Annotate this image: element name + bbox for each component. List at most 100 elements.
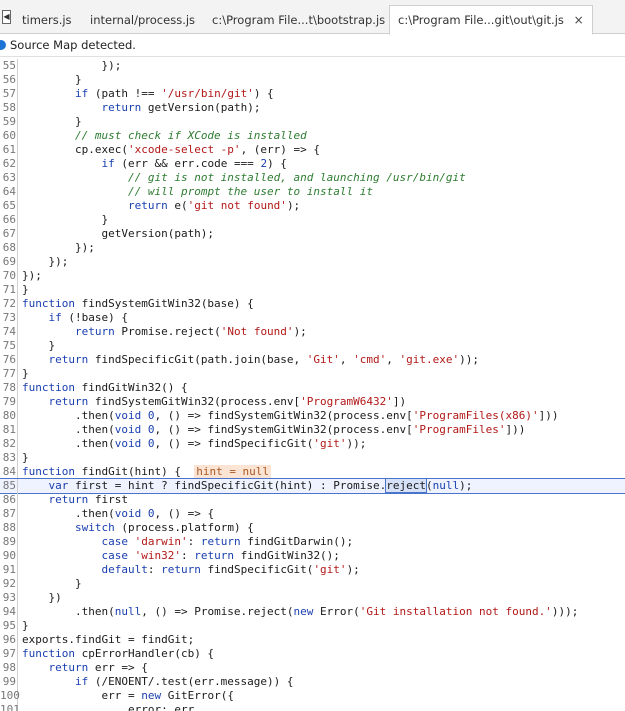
code-line[interactable]: 68 }); [0,241,625,255]
code-line[interactable]: 62 if (err && err.code === 2) { [0,157,625,171]
line-number[interactable]: 60 [0,129,18,143]
code-line[interactable]: 97 function cpErrorHandler(cb) { [0,647,625,661]
code-line[interactable]: 83} [0,451,625,465]
line-number[interactable]: 92 [0,577,18,591]
code-line[interactable]: 79 return findSystemGitWin32(process.env… [0,395,625,409]
line-number[interactable]: 58 [0,101,18,115]
tab-timers[interactable]: timers.js [14,6,80,34]
line-number[interactable]: 81 [0,423,18,437]
code-line[interactable]: 74 return Promise.reject('Not found'); [0,325,625,339]
code-line[interactable]: 94 .then(null, () => Promise.reject(new … [0,605,625,619]
code-line[interactable]: 90 case 'win32': return findGitWin32(); [0,549,625,563]
line-number[interactable]: 75 [0,339,18,353]
line-number[interactable]: 76 [0,353,18,367]
code-line[interactable]: 82 .then(void 0, () => findSpecificGit('… [0,437,625,451]
code-line[interactable]: 57 if (path !== '/usr/bin/git') { [0,87,625,101]
code-line[interactable]: 100 err = new GitError({ [0,689,625,703]
line-number[interactable]: 64 [0,185,18,199]
line-number[interactable]: 84 [0,465,18,479]
line-number[interactable]: 77 [0,367,18,381]
line-number[interactable]: 65 [0,199,18,213]
code-line[interactable]: 95} [0,619,625,633]
line-number[interactable]: 74 [0,325,18,339]
code-line[interactable]: 61 cp.exec('xcode-select -p', (err) => { [0,143,625,157]
code-line[interactable]: 64 // will prompt the user to install it [0,185,625,199]
line-number[interactable]: 89 [0,535,18,549]
line-number[interactable]: 98 [0,661,18,675]
code-line[interactable]: 88 switch (process.platform) { [0,521,625,535]
code-line[interactable]: 70}); [0,269,625,283]
line-number[interactable]: 88 [0,521,18,535]
tab-git-js[interactable]: c:\Program File...git\out\git.js × [389,5,593,35]
code-line[interactable]: 89 case 'darwin': return findGitDarwin()… [0,535,625,549]
code-line[interactable]: 69 }); [0,255,625,269]
line-number[interactable]: 73 [0,311,18,325]
code-line[interactable]: 78 function findGitWin32() { [0,381,625,395]
code-line[interactable]: 101 error: err, [0,703,625,711]
code-line[interactable]: 58 return getVersion(path); [0,101,625,115]
line-number[interactable]: 100 [0,689,20,703]
code-line[interactable]: 76 return findSpecificGit(path.join(base… [0,353,625,367]
tab-bootstrap[interactable]: c:\Program File...t\bootstrap.js [204,6,393,34]
line-number[interactable]: 57 [0,87,18,101]
line-number[interactable]: 78 [0,381,18,395]
code-line[interactable]: 85 var first = hint ? findSpecificGit(hi… [0,478,625,494]
line-number[interactable]: 101 [0,703,20,711]
line-number[interactable]: 82 [0,437,18,451]
line-number[interactable]: 56 [0,73,18,87]
line-number[interactable]: 96 [0,633,18,647]
line-number[interactable]: 93 [0,591,18,605]
code-line[interactable]: 56 } [0,73,625,87]
tab-scroll-left-icon[interactable]: ◀ [2,10,11,24]
code-line[interactable]: 99 if (/ENOENT/.test(err.message)) { [0,675,625,689]
line-number[interactable]: 66 [0,213,18,227]
line-number[interactable]: 95 [0,619,18,633]
line-number[interactable]: 83 [0,451,18,465]
code-line[interactable]: 73 if (!base) { [0,311,625,325]
code-line[interactable]: 66 } [0,213,625,227]
code-line[interactable]: 91 default: return findSpecificGit('git'… [0,563,625,577]
line-number[interactable]: 99 [0,675,18,689]
line-number[interactable]: 72 [0,297,18,311]
code-line[interactable]: 55 }); [0,59,625,73]
code-line[interactable]: 63 // git is not installed, and launchin… [0,171,625,185]
tab-internal-process[interactable]: internal/process.js [82,6,203,34]
code-line[interactable]: 86 return first [0,493,625,507]
code-line[interactable]: 98 return err => { [0,661,625,675]
code-line[interactable]: 81 .then(void 0, () => findSystemGitWin3… [0,423,625,437]
code-line[interactable]: 80 .then(void 0, () => findSystemGitWin3… [0,409,625,423]
line-number[interactable]: 63 [0,171,18,185]
line-number[interactable]: 90 [0,549,18,563]
line-number[interactable]: 80 [0,409,18,423]
line-number[interactable]: 86 [0,493,18,507]
code-line[interactable]: 92 } [0,577,625,591]
line-number[interactable]: 67 [0,227,18,241]
code-line[interactable]: 72 function findSystemGitWin32(base) { [0,297,625,311]
close-icon[interactable]: × [574,6,584,34]
line-number[interactable]: 79 [0,395,18,409]
line-number[interactable]: 94 [0,605,18,619]
code-line[interactable]: 59 } [0,115,625,129]
code-line[interactable]: 60 // must check if XCode is installed [0,129,625,143]
line-number[interactable]: 97 [0,647,18,661]
code-line[interactable]: 75 } [0,339,625,353]
line-number[interactable]: 91 [0,563,18,577]
code-line[interactable]: 67 getVersion(path); [0,227,625,241]
line-number[interactable]: 59 [0,115,18,129]
code-editor[interactable]: 55 }); 56 } 57 if (path !== '/usr/bin/git'… [0,57,625,711]
line-number[interactable]: 87 [0,507,18,521]
line-number[interactable]: 55 [0,59,18,73]
line-number[interactable]: 71 [0,283,18,297]
code-line[interactable]: 96 exports.findGit = findGit; [0,633,625,647]
code-line[interactable]: 77} [0,367,625,381]
code-line[interactable]: 84 function findGit(hint) { hint = null [0,465,625,479]
line-number[interactable]: 69 [0,255,18,269]
code-line[interactable]: 71} [0,283,625,297]
code-line[interactable]: 93 }) [0,591,625,605]
line-number[interactable]: 70 [0,269,18,283]
line-number[interactable]: 61 [0,143,18,157]
code-line[interactable]: 87 .then(void 0, () => { [0,507,625,521]
line-number[interactable]: 62 [0,157,18,171]
line-number[interactable]: 68 [0,241,18,255]
line-number[interactable]: 85 [0,479,18,493]
